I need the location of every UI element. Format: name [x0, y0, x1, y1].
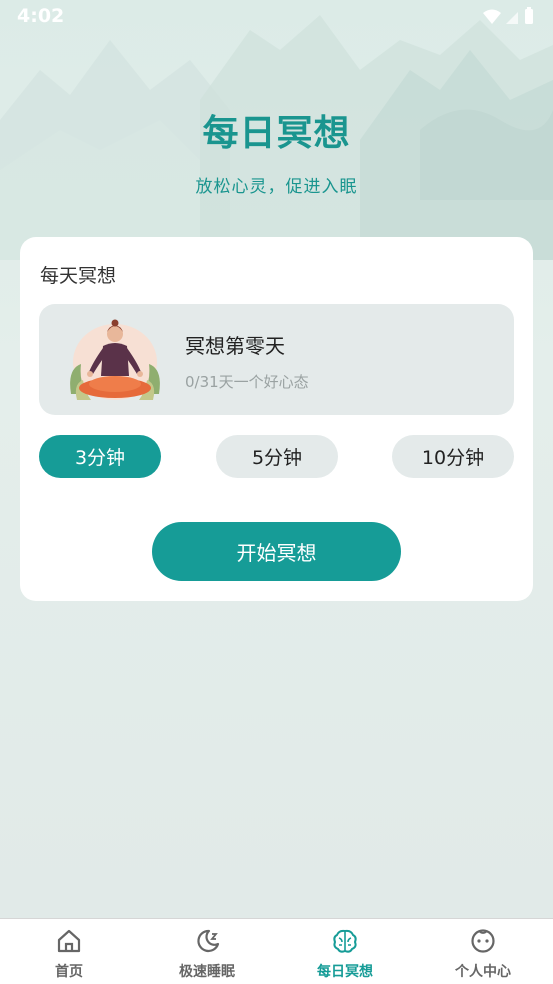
duration-10min-button[interactable]: 10分钟 — [392, 435, 514, 478]
tab-label: 首页 — [55, 964, 83, 980]
bottom-tab-bar: 首页 极速睡眠 每日冥想 个人中心 — [0, 918, 553, 984]
card-title: 每天冥想 — [40, 265, 117, 287]
meditation-illustration — [70, 319, 160, 400]
page-title: 每日冥想 — [202, 113, 351, 154]
tab-daily-meditation[interactable]: 每日冥想 — [276, 919, 414, 984]
tab-label: 个人中心 — [455, 964, 511, 980]
status-bar: 4:02 — [0, 0, 553, 34]
status-time: 4:02 — [17, 5, 65, 27]
tab-label: 每日冥想 — [317, 964, 373, 980]
battery-icon — [525, 9, 533, 24]
tab-fast-sleep[interactable]: 极速睡眠 — [138, 919, 276, 984]
tab-home[interactable]: 首页 — [0, 919, 138, 984]
signal-icon — [506, 12, 518, 24]
status-icons — [483, 7, 533, 24]
wifi-icon — [483, 9, 501, 24]
duration-5min-button[interactable]: 5分钟 — [216, 435, 338, 478]
moon-icon — [197, 929, 220, 953]
duration-3min-button[interactable]: 3分钟 — [39, 435, 161, 478]
tab-profile[interactable]: 个人中心 — [414, 919, 552, 984]
session-progress: 0/31天一个好心态 — [185, 373, 309, 391]
home-icon — [57, 929, 81, 953]
meditation-card: 每天冥想 冥想第零天 0/31天一个好心态 3分钟 5分钟 10分钟 开始冥想 — [20, 237, 533, 601]
page-subtitle: 放松心灵，促进入眠 — [195, 177, 358, 197]
brain-icon — [333, 929, 357, 953]
session-item[interactable]: 冥想第零天 0/31天一个好心态 — [39, 304, 514, 415]
tab-label: 极速睡眠 — [179, 964, 235, 980]
face-icon — [471, 929, 495, 953]
start-meditation-button[interactable]: 开始冥想 — [152, 522, 401, 581]
session-name: 冥想第零天 — [185, 334, 285, 358]
